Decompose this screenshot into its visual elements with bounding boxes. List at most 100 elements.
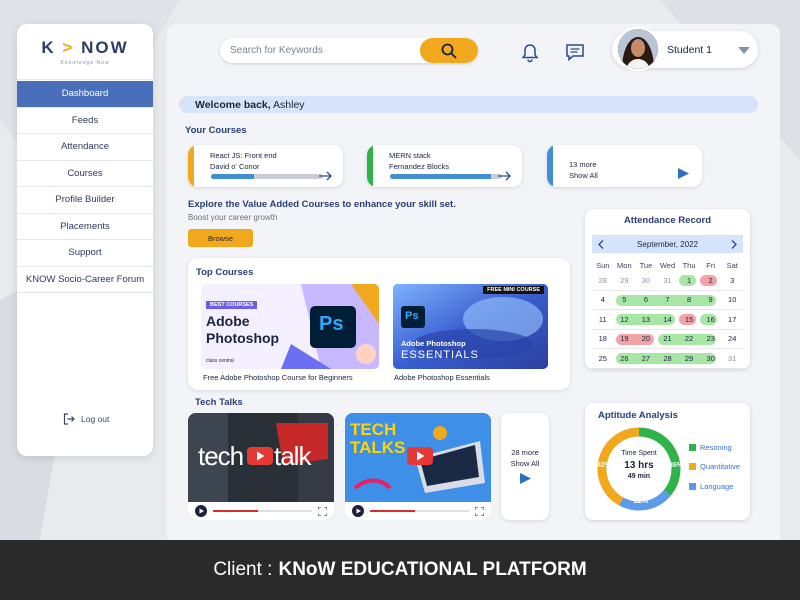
course-card-react[interactable]: React JS: Front end David o' Conor [188, 145, 343, 187]
video-card-tech-talk[interactable]: tech talk [188, 413, 334, 520]
calendar-day[interactable]: 16 [700, 315, 722, 324]
chevron-left-icon[interactable] [598, 239, 604, 249]
course-card-mern[interactable]: MERN stack Fernandez Blocks [367, 145, 522, 187]
search-icon [441, 43, 457, 59]
browse-button[interactable]: Browse [188, 229, 253, 247]
course-accent-bar [367, 145, 373, 187]
calendar-day[interactable]: 26 [614, 354, 636, 363]
calendar-month: September, 2022 [637, 239, 698, 249]
video-title-right: talk [274, 441, 311, 471]
show-all-link[interactable]: Show All [569, 171, 598, 180]
course-card-show-all[interactable]: 13 more Show All [547, 145, 702, 187]
calendar-day[interactable]: 20 [635, 334, 657, 343]
youtube-play-icon[interactable] [407, 447, 433, 465]
logout-button[interactable]: Log out [63, 413, 109, 425]
calendar-day[interactable]: 15 [678, 315, 700, 324]
calendar-day[interactable]: 30 [700, 354, 722, 363]
top-courses-title: Top Courses [196, 267, 254, 278]
video-progress[interactable] [370, 510, 469, 512]
calendar-day[interactable]: 25 [592, 354, 614, 363]
user-profile-menu[interactable]: Student 1 [612, 27, 758, 71]
calendar-day[interactable]: 22 [678, 334, 700, 343]
play-triangle-icon[interactable] [678, 168, 689, 179]
calendar-day[interactable]: 31 [657, 276, 679, 285]
calendar-day[interactable]: 14 [657, 315, 679, 324]
segment-percent-language: 22% [634, 498, 649, 505]
course-thumbnail-photoshop-essentials[interactable]: FREE MINI COURSE Ps Adobe Photoshop ESSE… [393, 284, 548, 369]
calendar-day[interactable]: 21 [657, 334, 679, 343]
sidebar-item-feeds[interactable]: Feeds [17, 108, 153, 134]
calendar-day[interactable]: 10 [721, 295, 743, 304]
calendar-day[interactable]: 8 [678, 295, 700, 304]
footer-client-name: KNoW EDUCATIONAL PLATFORM [278, 559, 587, 580]
calendar-day[interactable]: 31 [721, 354, 743, 363]
play-icon[interactable] [195, 505, 207, 517]
tech-talks-show-all[interactable]: 28 more Show All [501, 413, 549, 520]
calendar-day[interactable]: 12 [614, 315, 636, 324]
brand-logo[interactable]: K > NOW Knowledge Now [17, 24, 153, 80]
course-caption[interactable]: Adobe Photoshop Essentials [394, 373, 490, 382]
calendar-day[interactable]: 2 [700, 276, 722, 285]
legend-label: Language [700, 482, 734, 491]
explore-title: Explore the Value Added Courses to enhan… [188, 199, 456, 210]
search-button[interactable] [420, 38, 478, 63]
calendar-day[interactable]: 28 [592, 276, 614, 285]
bell-icon[interactable] [521, 43, 539, 63]
top-courses-panel: Top Courses BEST COURSES Adobe Photoshop… [188, 258, 570, 390]
video-controls [188, 502, 334, 520]
course-thumbnail-photoshop-beginners[interactable]: BEST COURSES Adobe Photoshop Ps class ce… [201, 284, 379, 369]
calendar-day[interactable]: 24 [721, 334, 743, 343]
youtube-play-icon[interactable] [247, 447, 273, 465]
calendar-day[interactable]: 1 [678, 276, 700, 285]
fullscreen-icon[interactable] [318, 506, 327, 516]
arrow-right-icon[interactable] [319, 171, 333, 181]
calendar-day[interactable]: 30 [635, 276, 657, 285]
calendar-day[interactable]: 3 [721, 276, 743, 285]
logout-label: Log out [81, 414, 110, 424]
sidebar-item-courses[interactable]: Courses [17, 161, 153, 187]
calendar-day[interactable]: 5 [614, 295, 636, 304]
calendar-day[interactable]: 23 [700, 334, 722, 343]
calendar-day[interactable]: 17 [721, 315, 743, 324]
calendar-day[interactable]: 7 [657, 295, 679, 304]
tech-talks-title: Tech Talks [195, 397, 243, 408]
course-caption[interactable]: Free Adobe Photoshop Course for Beginner… [203, 373, 353, 382]
play-icon[interactable] [352, 505, 364, 517]
calendar-day[interactable]: 28 [657, 354, 679, 363]
sidebar-item-forum[interactable]: KNOW Socio-Career Forum [17, 267, 153, 293]
calendar-day[interactable]: 6 [635, 295, 657, 304]
course-progress-bar [211, 174, 323, 179]
sidebar-item-attendance[interactable]: Attendance [17, 134, 153, 161]
search-input[interactable] [230, 43, 410, 58]
calendar-day[interactable]: 18 [592, 334, 614, 343]
show-all-link[interactable]: Show All [501, 459, 549, 468]
course-progress-fill [390, 174, 491, 179]
welcome-banner: Welcome back, Ashley [179, 96, 758, 113]
calendar-day[interactable]: 11 [592, 315, 614, 324]
sidebar-item-placements[interactable]: Placements [17, 214, 153, 240]
donut-center-sub: 49 min [627, 473, 651, 480]
sidebar-item-support[interactable]: Support [17, 240, 153, 267]
course-badge: BEST COURSES [206, 301, 258, 309]
fullscreen-icon[interactable] [475, 506, 484, 516]
calendar-day[interactable]: 19 [614, 334, 636, 343]
calendar-day[interactable]: 27 [635, 354, 657, 363]
calendar-day[interactable]: 4 [592, 295, 614, 304]
calendar-week: 4 5 6 7 8 9 10 [592, 291, 743, 310]
segment-percent-quantitative: 42% [597, 462, 612, 469]
sidebar-item-dashboard[interactable]: Dashboard [17, 81, 153, 108]
calendar-day[interactable]: 29 [678, 354, 700, 363]
video-card-tech-talks[interactable]: TECH TALKS [345, 413, 491, 520]
calendar-day[interactable]: 9 [700, 295, 722, 304]
logo-arrow: > [62, 37, 75, 57]
arrow-right-icon[interactable] [498, 171, 512, 181]
video-progress[interactable] [213, 510, 312, 512]
video-title-left: tech [198, 441, 244, 471]
calendar-day[interactable]: 29 [614, 276, 636, 285]
calendar-day[interactable]: 13 [635, 315, 657, 324]
play-triangle-icon[interactable] [520, 473, 531, 484]
chevron-right-icon[interactable] [731, 239, 737, 249]
sidebar-item-profile-builder[interactable]: Profile Builder [17, 187, 153, 214]
course-badge: FREE MINI COURSE [483, 286, 544, 294]
message-icon[interactable] [565, 43, 585, 62]
